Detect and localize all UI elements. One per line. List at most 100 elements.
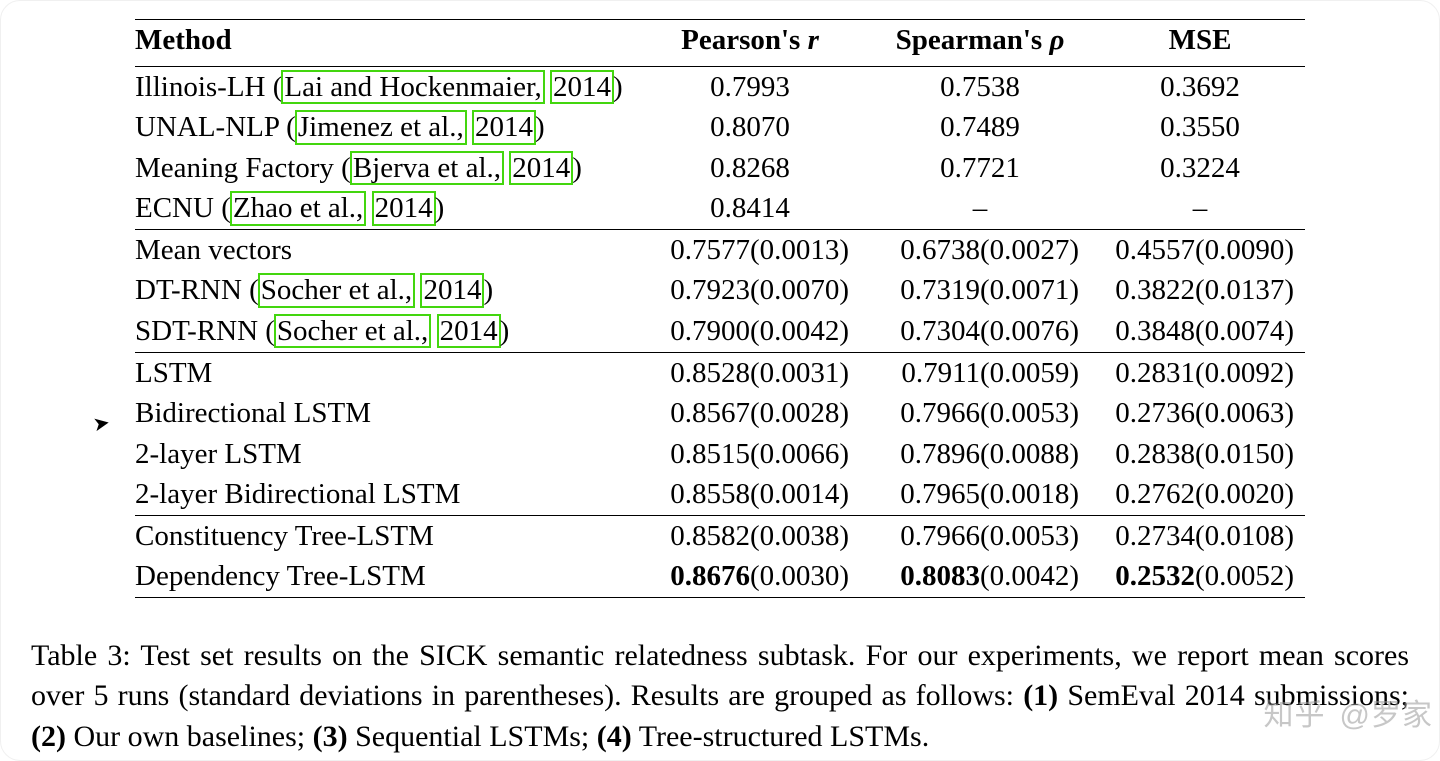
method-cell: LSTM <box>135 352 635 393</box>
mse-std-cell: (0.0108) <box>1195 515 1305 556</box>
spearman-std-cell: (0.0027) <box>980 229 1095 270</box>
mse-std-cell: (0.0090) <box>1195 229 1305 270</box>
pearson-cell: 0.8515 <box>635 434 750 475</box>
mse-cell: 0.3224 <box>1095 148 1305 189</box>
pearson-std-cell: (0.0028) <box>750 393 865 434</box>
citation-link[interactable]: 2014 <box>472 110 536 144</box>
pearson-cell: 0.8268 <box>635 148 865 189</box>
spearman-cell: 0.7304 <box>865 311 980 352</box>
spearman-cell: 0.7538 <box>865 66 1095 107</box>
table-row: 2-layer Bidirectional LSTM 0.8558(0.0014… <box>135 474 1305 515</box>
table-row: Meaning Factory (Bjerva et al., 2014) 0.… <box>135 148 1305 189</box>
table-row: SDT-RNN (Socher et al., 2014) 0.7900(0.0… <box>135 311 1305 352</box>
page: Method Pearson's r Spearman's ρ MSE Illi… <box>0 0 1440 761</box>
spearman-std-cell: (0.0088) <box>980 434 1095 475</box>
mse-std-cell: (0.0074) <box>1195 311 1305 352</box>
mse-std-cell: (0.0052) <box>1195 556 1305 597</box>
mse-cell: 0.2736 <box>1095 393 1195 434</box>
mse-cell: 0.2831 <box>1095 352 1195 393</box>
spearman-cell: 0.7489 <box>865 107 1095 148</box>
citation-link[interactable]: Bjerva et al., <box>350 151 504 185</box>
mse-std-cell: (0.0063) <box>1195 393 1305 434</box>
table-row: DT-RNN (Socher et al., 2014) 0.7923(0.00… <box>135 270 1305 311</box>
pearson-std-cell: (0.0066) <box>750 434 865 475</box>
pearson-std-cell: (0.0030) <box>750 556 865 597</box>
spearman-std-cell: (0.0018) <box>980 474 1095 515</box>
pearson-cell: 0.8676 <box>635 556 750 597</box>
pearson-cell: 0.8567 <box>635 393 750 434</box>
spearman-cell: 0.7896 <box>865 434 980 475</box>
method-cell: 2-layer Bidirectional LSTM <box>135 474 635 515</box>
mse-std-cell: (0.0020) <box>1195 474 1305 515</box>
mse-cell: 0.3550 <box>1095 107 1305 148</box>
citation-link[interactable]: 2014 <box>509 151 573 185</box>
spearman-cell: 0.7966 <box>865 515 980 556</box>
table-row: Mean vectors 0.7577(0.0013) 0.6738(0.002… <box>135 229 1305 270</box>
table-row: Bidirectional LSTM 0.8567(0.0028) 0.7966… <box>135 393 1305 434</box>
spearman-std-cell: (0.0076) <box>980 311 1095 352</box>
method-cell: Constituency Tree-LSTM <box>135 515 635 556</box>
mse-cell: 0.4557 <box>1095 229 1195 270</box>
spearman-cell: 0.7721 <box>865 148 1095 189</box>
mse-cell: 0.3692 <box>1095 66 1305 107</box>
pearson-cell: 0.8414 <box>635 188 865 229</box>
method-cell: SDT-RNN (Socher et al., 2014) <box>135 311 635 352</box>
mse-cell: 0.3848 <box>1095 311 1195 352</box>
mse-cell: – <box>1095 188 1305 229</box>
spearman-cell: – <box>865 188 1095 229</box>
method-cell: Illinois-LH (Lai and Hockenmaier, 2014) <box>135 66 635 107</box>
method-cell: Dependency Tree-LSTM <box>135 556 635 597</box>
method-cell: ECNU (Zhao et al., 2014) <box>135 188 635 229</box>
mse-cell: 0.2734 <box>1095 515 1195 556</box>
mse-cell: 0.2532 <box>1095 556 1195 597</box>
spearman-std-cell: (0.0071) <box>980 270 1095 311</box>
method-cell: Bidirectional LSTM <box>135 393 635 434</box>
pearson-cell: 0.8070 <box>635 107 865 148</box>
pearson-cell: 0.8582 <box>635 515 750 556</box>
table-caption: Table 3: Test set results on the SICK se… <box>31 636 1409 758</box>
pearson-cell: 0.8558 <box>635 474 750 515</box>
table-header-row: Method Pearson's r Spearman's ρ MSE <box>135 20 1305 67</box>
mse-cell: 0.2838 <box>1095 434 1195 475</box>
header-mse: MSE <box>1095 20 1305 67</box>
citation-link[interactable]: 2014 <box>420 273 484 307</box>
header-pearson: Pearson's r <box>635 20 865 67</box>
header-spearman: Spearman's ρ <box>865 20 1095 67</box>
citation-link[interactable]: 2014 <box>437 314 501 348</box>
table-row: Dependency Tree-LSTM 0.8676(0.0030) 0.80… <box>135 556 1305 597</box>
citation-link[interactable]: 2014 <box>372 191 436 225</box>
table-row: Constituency Tree-LSTM 0.8582(0.0038) 0.… <box>135 515 1305 556</box>
spearman-cell: 0.7319 <box>865 270 980 311</box>
method-cell: UNAL-NLP (Jimenez et al., 2014) <box>135 107 635 148</box>
citation-link[interactable]: Socher et al., <box>274 314 431 348</box>
pearson-cell: 0.7993 <box>635 66 865 107</box>
mse-cell: 0.2762 <box>1095 474 1195 515</box>
results-table: Method Pearson's r Spearman's ρ MSE Illi… <box>135 19 1305 598</box>
citation-link[interactable]: Socher et al., <box>258 273 415 307</box>
citation-link[interactable]: 2014 <box>550 70 614 104</box>
table-row: 2-layer LSTM 0.8515(0.0066) 0.7896(0.008… <box>135 434 1305 475</box>
method-cell: Meaning Factory (Bjerva et al., 2014) <box>135 148 635 189</box>
pearson-cell: 0.7577 <box>635 229 750 270</box>
pearson-cell: 0.7900 <box>635 311 750 352</box>
table-row: LSTM 0.8528(0.0031) 0.7911(0.0059) 0.283… <box>135 352 1305 393</box>
table-row: Illinois-LH (Lai and Hockenmaier, 2014) … <box>135 66 1305 107</box>
pearson-std-cell: (0.0042) <box>750 311 865 352</box>
pearson-std-cell: (0.0014) <box>750 474 865 515</box>
mse-std-cell: (0.0150) <box>1195 434 1305 475</box>
spearman-std-cell: (0.0059) <box>980 352 1095 393</box>
spearman-cell: 0.7966 <box>865 393 980 434</box>
citation-link[interactable]: Jimenez et al., <box>295 110 467 144</box>
spearman-std-cell: (0.0053) <box>980 393 1095 434</box>
spearman-cell: 0.7965 <box>865 474 980 515</box>
spearman-cell: 0.6738 <box>865 229 980 270</box>
method-cell: 2-layer LSTM <box>135 434 635 475</box>
mse-cell: 0.3822 <box>1095 270 1195 311</box>
spearman-cell: 0.8083 <box>865 556 980 597</box>
mse-std-cell: (0.0137) <box>1195 270 1305 311</box>
citation-link[interactable]: Zhao et al., <box>230 191 366 225</box>
citation-link[interactable]: Lai and Hockenmaier, <box>281 70 544 104</box>
pearson-cell: 0.7923 <box>635 270 750 311</box>
pearson-cell: 0.8528 <box>635 352 750 393</box>
method-cell: Mean vectors <box>135 229 635 270</box>
